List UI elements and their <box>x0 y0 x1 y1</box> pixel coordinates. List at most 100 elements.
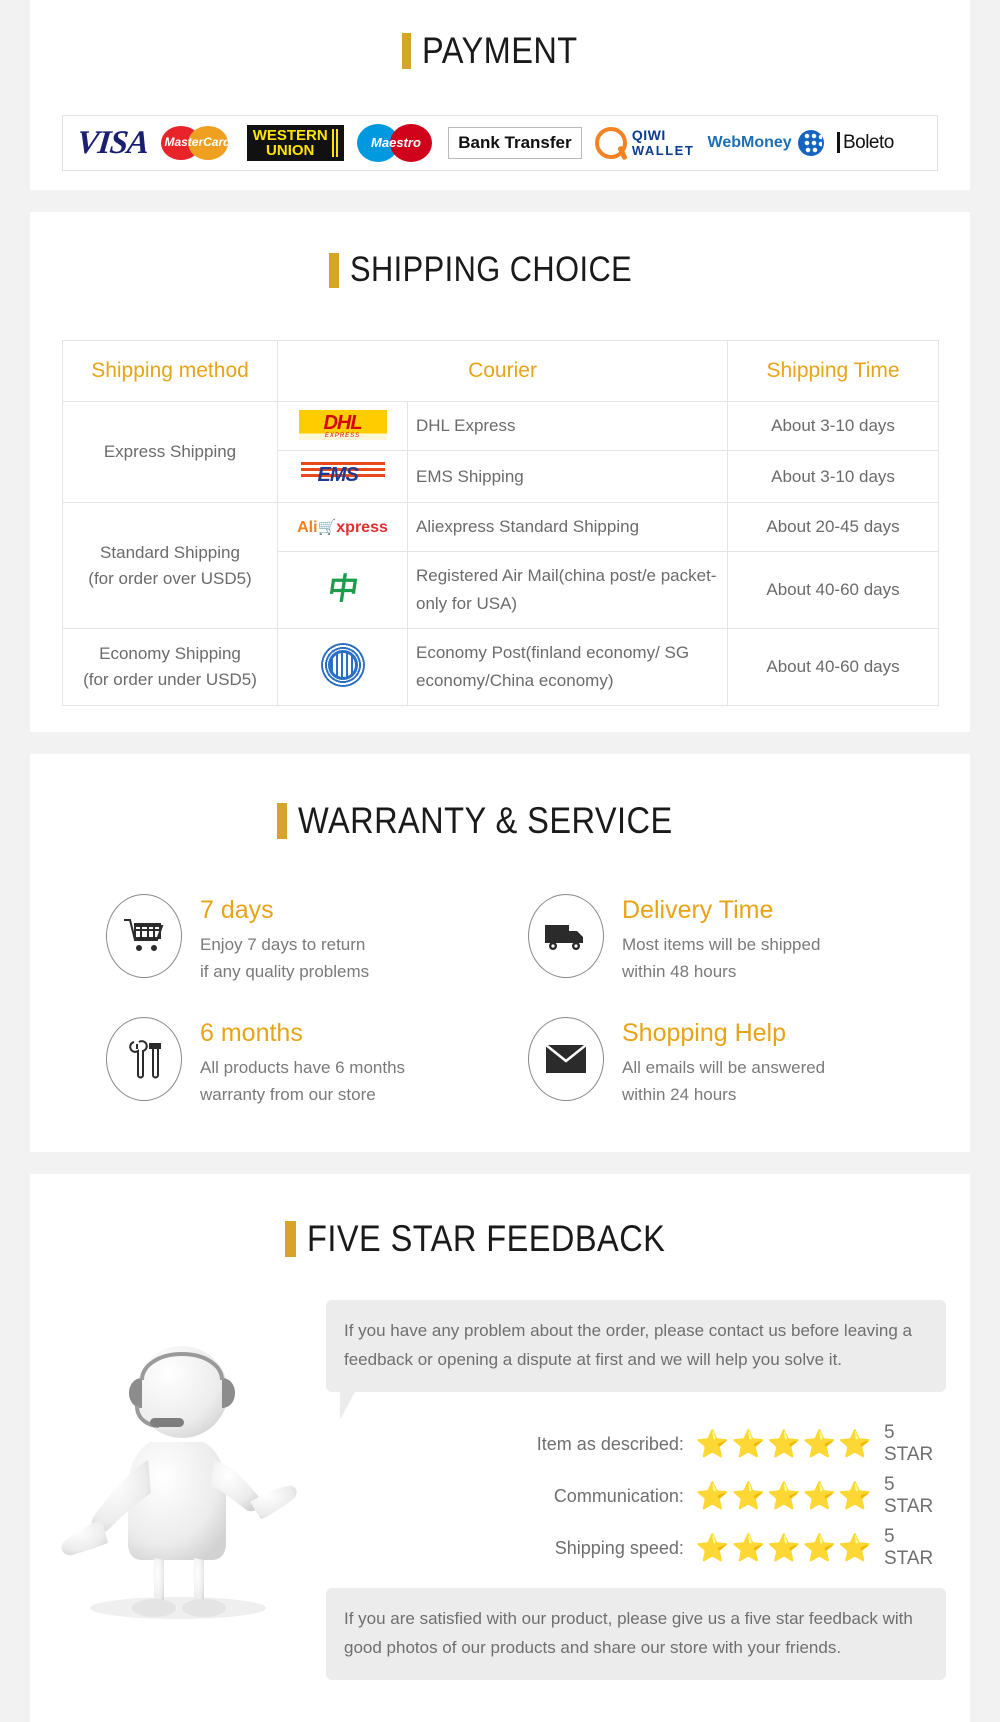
shipping-time: About 40-60 days <box>727 628 940 706</box>
dhl-sub-label: EXPRESS <box>324 433 361 439</box>
mastercard-logo: MasterCard <box>161 121 233 165</box>
warranty-item-line: warranty from our store <box>200 1085 376 1104</box>
warranty-item-title: 7 days <box>200 896 274 924</box>
qiwi-q-icon <box>594 127 627 159</box>
webmoney-globe-icon <box>797 130 824 156</box>
mastercard-label: MasterCard <box>164 135 231 149</box>
method-note: (for order under USD5) <box>83 670 257 689</box>
feedback-title: FIVE STAR FEEDBACK <box>307 1218 666 1259</box>
support-agent-figure <box>61 1346 297 1619</box>
webmoney-label: WebMoney <box>707 134 792 151</box>
heading-accent-bar <box>401 33 411 69</box>
courier-name: Economy Post(finland economy/ SG economy… <box>406 628 729 706</box>
delivery-truck-icon <box>528 894 604 978</box>
qiwi-wallet-logo: QIWI WALLET <box>594 121 695 165</box>
payment-title: PAYMENT <box>421 30 578 71</box>
western-union-line2: UNION <box>266 142 315 159</box>
table-row: Express Shipping DHL EXPRESS DHL Express… <box>62 401 940 503</box>
bank-transfer-logo: Bank Transfer <box>448 121 582 165</box>
visa-logo: VISA <box>75 121 151 165</box>
warranty-title: WARRANTY & SERVICE <box>297 800 673 841</box>
rating-row: Shipping speed: ⭐ ⭐ ⭐ ⭐ ⭐ 5 STAR <box>326 1526 946 1570</box>
method-label: Economy Shipping <box>99 644 241 663</box>
ems-label: EMS <box>317 464 359 486</box>
boleto-logo: Boleto <box>836 121 923 165</box>
method-note: (for order over USD5) <box>88 568 252 588</box>
method-label: Standard Shipping <box>100 542 240 562</box>
rating-row: Communication: ⭐ ⭐ ⭐ ⭐ ⭐ 5 STAR <box>326 1474 946 1518</box>
cell-method-standard: Standard Shipping (for order over USD5) <box>62 502 278 629</box>
feedback-section: FIVE STAR FEEDBACK If you have any probl… <box>30 1174 970 1722</box>
warranty-item-line: within 48 hours <box>622 962 737 981</box>
rating-label: Item as described: <box>536 1433 684 1454</box>
feedback-notice-bubble: If you have any problem about the order,… <box>326 1300 946 1420</box>
shopping-cart-icon <box>106 894 182 978</box>
rating-value: 5 STAR <box>884 1474 934 1517</box>
warranty-items-grid: 7 days Enjoy 7 days to return if any qua… <box>78 894 922 1108</box>
shipping-time: About 3-10 days <box>727 450 940 503</box>
ratings-list: Item as described: ⭐ ⭐ ⭐ ⭐ ⭐ 5 STAR Communic… <box>326 1422 946 1570</box>
courier-name: Registered Air Mail(china post/e packet-… <box>406 551 729 629</box>
cell-method-express: Express Shipping <box>62 401 278 503</box>
mascot-area <box>40 1294 320 1680</box>
shipping-time: About 40-60 days <box>727 551 940 629</box>
shipping-section: SHIPPING CHOICE Shipping method Courier … <box>30 212 970 732</box>
payment-heading: PAYMENT <box>30 30 970 72</box>
rating-value: 5 STAR <box>884 1526 934 1569</box>
method-label: Express Shipping <box>103 442 237 461</box>
dhl-label: DHL <box>323 412 362 434</box>
warranty-item-delivery: Delivery Time Most items will be shipped… <box>500 894 922 985</box>
rating-value: 5 STAR <box>884 1422 934 1465</box>
rating-row: Item as described: ⭐ ⭐ ⭐ ⭐ ⭐ 5 STAR <box>326 1422 946 1466</box>
warranty-item-help: Shopping Help All emails will be answere… <box>500 1017 922 1108</box>
maestro-logo: Maestro <box>356 121 435 165</box>
payment-section: PAYMENT VISA MasterCard WESTERN UNION Ma… <box>30 0 970 190</box>
header-courier: Courier <box>276 340 729 402</box>
china-post-logo: 中 <box>277 551 408 629</box>
cell-method-economy: Economy Shipping (for order under USD5) <box>62 628 278 706</box>
product-description-page: PAYMENT VISA MasterCard WESTERN UNION Ma… <box>0 0 1000 1722</box>
table-row: Economy Shipping (for order under USD5) … <box>62 628 940 706</box>
warranty-item-returns: 7 days Enjoy 7 days to return if any qua… <box>78 894 500 985</box>
warranty-item-months: 6 months All products have 6 months warr… <box>78 1017 500 1108</box>
shipping-time: About 3-10 days <box>727 401 940 451</box>
warranty-item-title: Delivery Time <box>622 896 774 924</box>
webmoney-logo: WebMoney <box>708 121 824 165</box>
qiwi-label-line2: WALLET <box>631 143 695 158</box>
shipping-time: About 20-45 days <box>727 502 940 552</box>
feedback-heading: FIVE STAR FEEDBACK <box>30 1218 970 1260</box>
western-union-logo: WESTERN UNION <box>246 121 344 165</box>
dhl-logo: DHL EXPRESS <box>277 401 408 451</box>
warranty-heading: WARRANTY & SERVICE <box>30 800 970 842</box>
shipping-title: SHIPPING CHOICE <box>350 250 633 289</box>
qiwi-label-line1: QIWI <box>631 127 666 143</box>
bank-transfer-label: Bank Transfer <box>448 127 582 159</box>
tools-icon <box>106 1017 182 1101</box>
warranty-section: WARRANTY & SERVICE 7 days Enjoy 7 days t… <box>30 754 970 1152</box>
ems-logo: EMS <box>277 450 408 503</box>
warranty-item-line: if any quality problems <box>200 962 370 981</box>
heading-accent-bar <box>276 803 287 839</box>
visa-label: VISA <box>75 124 151 161</box>
warranty-item-line: within 24 hours <box>622 1085 737 1104</box>
shipping-table: Shipping method Courier Shipping Time Ex… <box>62 340 940 706</box>
header-shipping-method: Shipping method <box>62 340 278 402</box>
warranty-item-title: Shopping Help <box>622 1019 787 1047</box>
aliexpress-logo: Ali🛒xpress <box>277 502 408 552</box>
rating-label: Communication: <box>553 1485 684 1506</box>
envelope-icon <box>528 1017 604 1101</box>
warranty-item-line: All emails will be answered <box>622 1058 826 1077</box>
courier-name: DHL Express <box>406 401 729 451</box>
feedback-request-bubble: If you are satisfied with our product, p… <box>326 1588 946 1680</box>
star-rating-icon: ⭐ ⭐ ⭐ ⭐ ⭐ <box>695 1428 872 1459</box>
payment-methods-strip: VISA MasterCard WESTERN UNION Maestro Ba… <box>62 115 938 171</box>
courier-name: Aliexpress Standard Shipping <box>406 502 729 552</box>
warranty-item-line: All products have 6 months <box>200 1058 406 1077</box>
maestro-label: Maestro <box>371 135 421 150</box>
rating-label: Shipping speed: <box>554 1537 684 1558</box>
table-row: Standard Shipping (for order over USD5) … <box>62 502 940 629</box>
star-rating-icon: ⭐ ⭐ ⭐ ⭐ ⭐ <box>695 1480 872 1511</box>
shipping-heading: SHIPPING CHOICE <box>30 250 970 290</box>
header-shipping-time: Shipping Time <box>727 340 940 402</box>
un-post-logo <box>277 628 408 706</box>
